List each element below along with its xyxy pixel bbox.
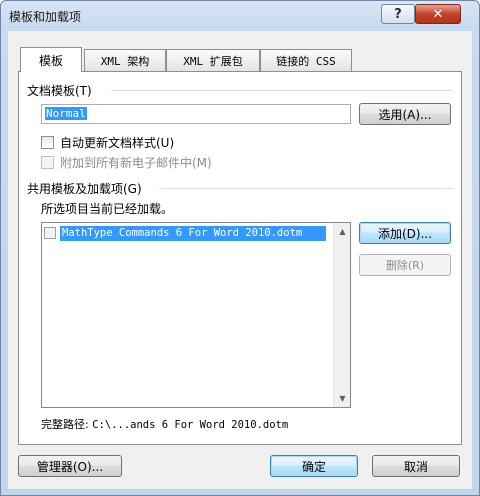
tab-xml-schema[interactable]: XML 架构 bbox=[84, 49, 166, 71]
auto-update-checkbox-row[interactable]: 自动更新文档样式(U) bbox=[41, 134, 174, 151]
addin-label: MathType Commands 6 For Word 2010.dotm bbox=[60, 225, 326, 241]
addins-listbox[interactable]: MathType Commands 6 For Word 2010.dotm ▲… bbox=[41, 222, 351, 408]
auto-update-checkbox[interactable] bbox=[41, 136, 54, 149]
full-path-value: C:\...ands 6 For Word 2010.dotm bbox=[92, 419, 289, 431]
help-icon: ? bbox=[394, 6, 402, 22]
close-icon: ✕ bbox=[432, 6, 444, 22]
templates-addins-dialog: 模板和加载项 ? ✕ 模板 XML 架构 XML 扩展包 链接的 CSS 文档模… bbox=[0, 0, 480, 496]
window-title: 模板和加载项 bbox=[9, 10, 82, 24]
global-templates-label: 共用模板及加载项(G) bbox=[27, 182, 142, 196]
document-template-input[interactable]: Normal bbox=[41, 104, 351, 124]
templates-tab-panel: 文档模板(T) Normal 选用(A)... 自动更新文档样式(U) 附加到所… bbox=[18, 71, 462, 445]
tab-templates[interactable]: 模板 bbox=[20, 47, 82, 72]
document-template-label: 文档模板(T) bbox=[27, 84, 92, 98]
loaded-items-note: 所选项目当前已经加载。 bbox=[41, 202, 174, 216]
listbox-scrollbar[interactable]: ▲ ▼ bbox=[333, 223, 350, 407]
scroll-up-icon[interactable]: ▲ bbox=[334, 223, 351, 240]
tab-label: 链接的 CSS bbox=[276, 54, 336, 68]
tab-label: XML 扩展包 bbox=[183, 54, 243, 68]
organizer-button[interactable]: 管理器(O)... bbox=[18, 455, 122, 477]
close-button[interactable]: ✕ bbox=[415, 4, 461, 24]
attach-email-checkbox[interactable] bbox=[41, 156, 54, 169]
cancel-button[interactable]: 取消 bbox=[372, 455, 460, 477]
title-bar: 模板和加载项 ? ✕ bbox=[1, 1, 479, 31]
auto-update-label: 自动更新文档样式(U) bbox=[60, 136, 175, 150]
full-path-row: 完整路径: C:\...ands 6 For Word 2010.dotm bbox=[41, 416, 288, 432]
select-template-button[interactable]: 选用(A)... bbox=[359, 103, 451, 125]
full-path-label: 完整路径: bbox=[41, 418, 89, 431]
remove-addin-button[interactable]: 删除(R) bbox=[359, 254, 451, 276]
ok-button[interactable]: 确定 bbox=[270, 455, 358, 477]
list-item[interactable]: MathType Commands 6 For Word 2010.dotm bbox=[44, 225, 330, 241]
add-addin-button[interactable]: 添加(D)... bbox=[359, 222, 451, 244]
tab-label: XML 架构 bbox=[100, 54, 150, 68]
tab-linked-css[interactable]: 链接的 CSS bbox=[260, 49, 352, 71]
addin-checkbox[interactable] bbox=[44, 227, 56, 239]
template-value: Normal bbox=[45, 107, 87, 120]
section-divider bbox=[111, 90, 453, 91]
help-button[interactable]: ? bbox=[381, 4, 415, 24]
scroll-down-icon[interactable]: ▼ bbox=[334, 390, 351, 407]
attach-email-label: 附加到所有新电子邮件中(M) bbox=[60, 156, 212, 170]
tab-xml-expansion-packs[interactable]: XML 扩展包 bbox=[166, 49, 260, 71]
section-divider bbox=[159, 188, 453, 189]
attach-email-checkbox-row[interactable]: 附加到所有新电子邮件中(M) bbox=[41, 154, 212, 171]
tab-label: 模板 bbox=[38, 53, 63, 68]
dialog-body: 模板 XML 架构 XML 扩展包 链接的 CSS 文档模板(T) Normal… bbox=[8, 31, 472, 489]
